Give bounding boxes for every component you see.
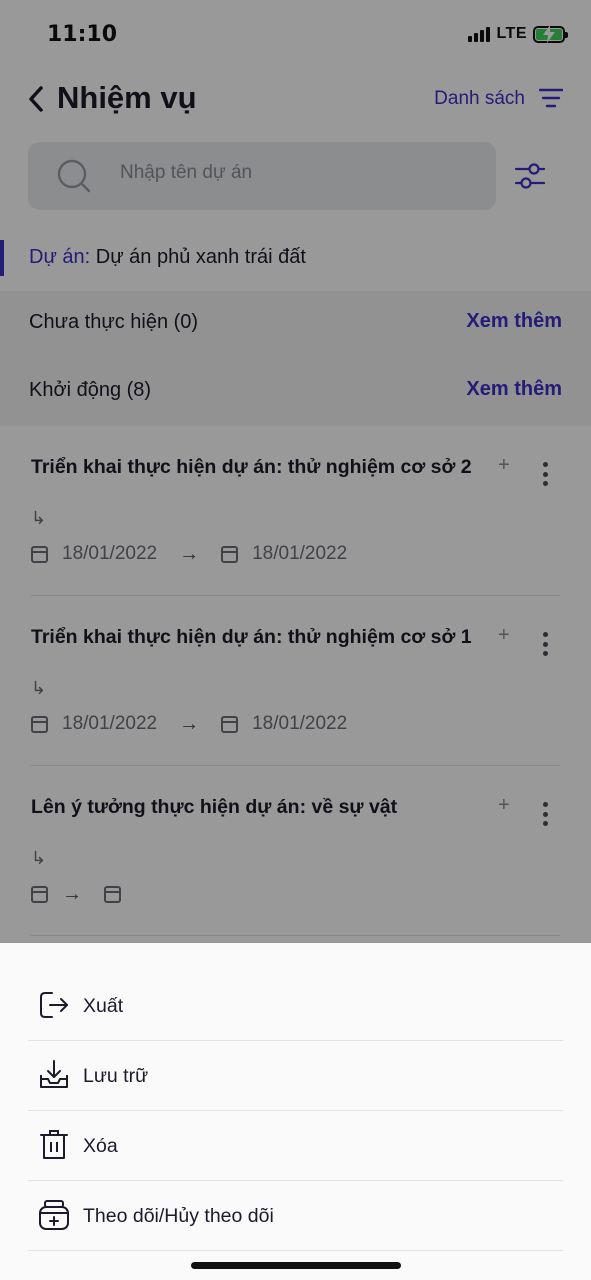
follow-icon [39, 1200, 69, 1230]
trash-icon [40, 1130, 68, 1159]
action-follow[interactable]: Theo dõi/Hủy theo dõi [28, 1181, 563, 1251]
action-label: Xóa [83, 1135, 118, 1157]
action-delete[interactable]: Xóa [28, 1111, 563, 1181]
action-sheet: Xuất Lưu trữ Xóa Theo dõi/Hủy theo dõi [0, 943, 591, 1280]
action-label: Lưu trữ [83, 1065, 149, 1087]
action-export[interactable]: Xuất [28, 971, 563, 1041]
export-icon [40, 992, 68, 1018]
action-label: Xuất [83, 995, 124, 1017]
modal-backdrop[interactable] [0, 0, 591, 943]
home-indicator [191, 1262, 401, 1269]
action-archive[interactable]: Lưu trữ [28, 1041, 563, 1111]
action-label: Theo dõi/Hủy theo dõi [83, 1205, 274, 1227]
archive-download-icon [40, 1060, 68, 1088]
